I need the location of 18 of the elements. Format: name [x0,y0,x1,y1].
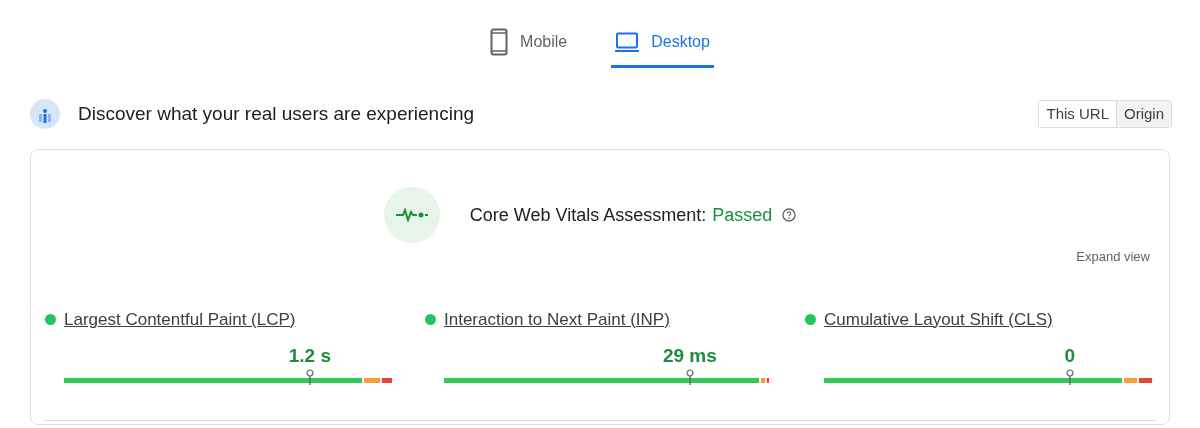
scope-toggle[interactable]: Origin [1116,100,1171,128]
laptop-icon [615,31,640,52]
metric-value: 0 [1064,344,1076,368]
metric-link[interactable]: Cumulative Layout Shift (CLS) [824,306,1053,332]
users-icon [30,99,60,129]
device-tab[interactable]: Mobile [486,24,572,68]
metric-link[interactable]: Largest Contentful Paint (LCP) [64,306,296,332]
expand-view-link[interactable]: Expand view [1076,247,1150,267]
metric-link[interactable]: Interaction to Next Paint (INP) [444,306,670,332]
phone-icon [490,27,509,56]
metric-value: 29 ms [662,344,717,368]
help-icon[interactable] [782,208,797,222]
assessment-result: Passed [712,203,773,227]
assessment-label: Core Web Vitals Assessment: [469,203,707,227]
metric-value: 1.2 s [288,344,331,368]
device-tab[interactable]: Desktop [611,24,714,68]
pulse-icon [394,208,429,222]
section-title: Discover what your real users are experiencing [78,101,474,126]
